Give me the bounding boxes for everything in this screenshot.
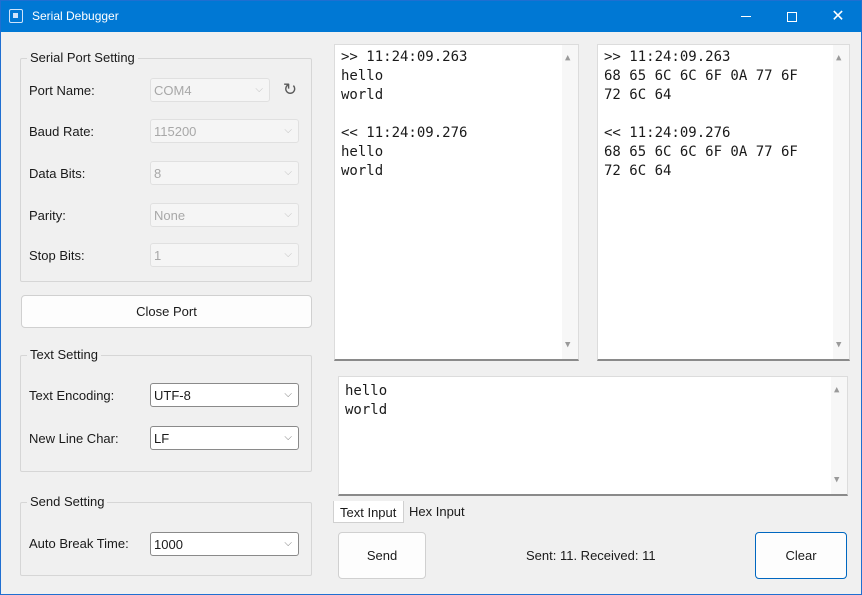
baud-rate-select[interactable]: 115200 ⌵ <box>150 119 299 143</box>
new-line-char-value: LF <box>154 431 170 446</box>
stop-bits-label: Stop Bits: <box>29 248 85 263</box>
baud-rate-label: Baud Rate: <box>29 124 95 139</box>
port-name-value: COM4 <box>154 83 192 98</box>
stop-bits-select[interactable]: 1 ⌵ <box>150 243 299 267</box>
log-text-panel[interactable]: >> 11:24:09.263 hello world << 11:24:09.… <box>334 44 579 361</box>
close-icon: ✕ <box>831 7 845 25</box>
log-hex-scrollbar[interactable]: ▲ ▼ <box>833 45 849 359</box>
status-text: Sent: 11. Received: 11 <box>526 548 656 563</box>
scroll-up-icon[interactable]: ▲ <box>836 49 841 68</box>
send-input-content: hello world <box>345 383 388 418</box>
chevron-down-icon: ⌵ <box>284 389 292 400</box>
minimize-icon <box>741 16 751 17</box>
log-text-scrollbar[interactable]: ▲ ▼ <box>562 45 578 359</box>
chevron-down-icon: ⌵ <box>255 84 263 95</box>
send-setting-group-title: Send Setting <box>27 494 108 509</box>
parity-select[interactable]: None ⌵ <box>150 203 299 227</box>
chevron-down-icon: ⌵ <box>284 167 292 178</box>
chevron-down-icon: ⌵ <box>284 249 292 260</box>
refresh-icon[interactable]: ↻ <box>280 81 300 101</box>
log-hex-content: >> 11:24:09.263 68 65 6C 6C 6F 0A 77 6F … <box>604 49 798 179</box>
scroll-down-icon[interactable]: ▼ <box>836 336 841 355</box>
scroll-down-icon[interactable]: ▼ <box>565 336 570 355</box>
data-bits-value: 8 <box>154 166 162 181</box>
send-input-area[interactable]: hello world ▲ ▼ <box>338 376 848 496</box>
tab-hex-input[interactable]: Hex Input <box>403 500 471 522</box>
port-name-select[interactable]: COM4 ⌵ <box>150 78 270 102</box>
maximize-icon <box>787 11 797 22</box>
chevron-down-icon: ⌵ <box>284 432 292 443</box>
chevron-down-icon: ⌵ <box>284 538 292 549</box>
chevron-down-icon: ⌵ <box>284 125 292 136</box>
log-hex-panel[interactable]: >> 11:24:09.263 68 65 6C 6C 6F 0A 77 6F … <box>597 44 850 361</box>
scroll-up-icon[interactable]: ▲ <box>565 49 570 68</box>
text-encoding-select[interactable]: UTF-8 ⌵ <box>150 383 299 407</box>
main-window: Serial Debugger ✕ Serial Port Setting Po… <box>0 0 862 595</box>
title-bar[interactable]: Serial Debugger ✕ <box>1 1 861 32</box>
clear-button[interactable]: Clear <box>755 532 847 579</box>
chevron-down-icon: ⌵ <box>284 209 292 220</box>
data-bits-select[interactable]: 8 ⌵ <box>150 161 299 185</box>
window-title: Serial Debugger <box>32 9 119 23</box>
close-button[interactable]: ✕ <box>815 1 861 32</box>
minimize-button[interactable] <box>723 1 769 32</box>
port-name-label: Port Name: <box>29 83 95 98</box>
maximize-button[interactable] <box>769 1 815 32</box>
text-encoding-label: Text Encoding: <box>29 388 115 403</box>
text-setting-group-title: Text Setting <box>27 347 101 362</box>
serial-port-group-title: Serial Port Setting <box>27 50 138 65</box>
parity-label: Parity: <box>29 208 66 223</box>
auto-break-time-label: Auto Break Time: <box>29 536 129 551</box>
new-line-char-select[interactable]: LF ⌵ <box>150 426 299 450</box>
text-encoding-value: UTF-8 <box>154 388 191 403</box>
close-port-button[interactable]: Close Port <box>21 295 312 328</box>
text-setting-group: Text Setting <box>20 347 312 472</box>
scroll-down-icon[interactable]: ▼ <box>834 471 839 490</box>
baud-rate-value: 115200 <box>154 124 197 139</box>
stop-bits-value: 1 <box>154 248 162 263</box>
new-line-char-label: New Line Char: <box>29 431 119 446</box>
send-button[interactable]: Send <box>338 532 426 579</box>
scroll-up-icon[interactable]: ▲ <box>834 381 839 400</box>
log-text-content: >> 11:24:09.263 hello world << 11:24:09.… <box>341 49 468 179</box>
send-input-scrollbar[interactable]: ▲ ▼ <box>831 377 847 494</box>
auto-break-time-select[interactable]: 1000 ⌵ <box>150 532 299 556</box>
tab-text-input[interactable]: Text Input <box>333 501 404 523</box>
data-bits-label: Data Bits: <box>29 166 86 181</box>
auto-break-time-value: 1000 <box>154 537 183 552</box>
app-icon <box>9 9 23 23</box>
parity-value: None <box>154 208 186 223</box>
